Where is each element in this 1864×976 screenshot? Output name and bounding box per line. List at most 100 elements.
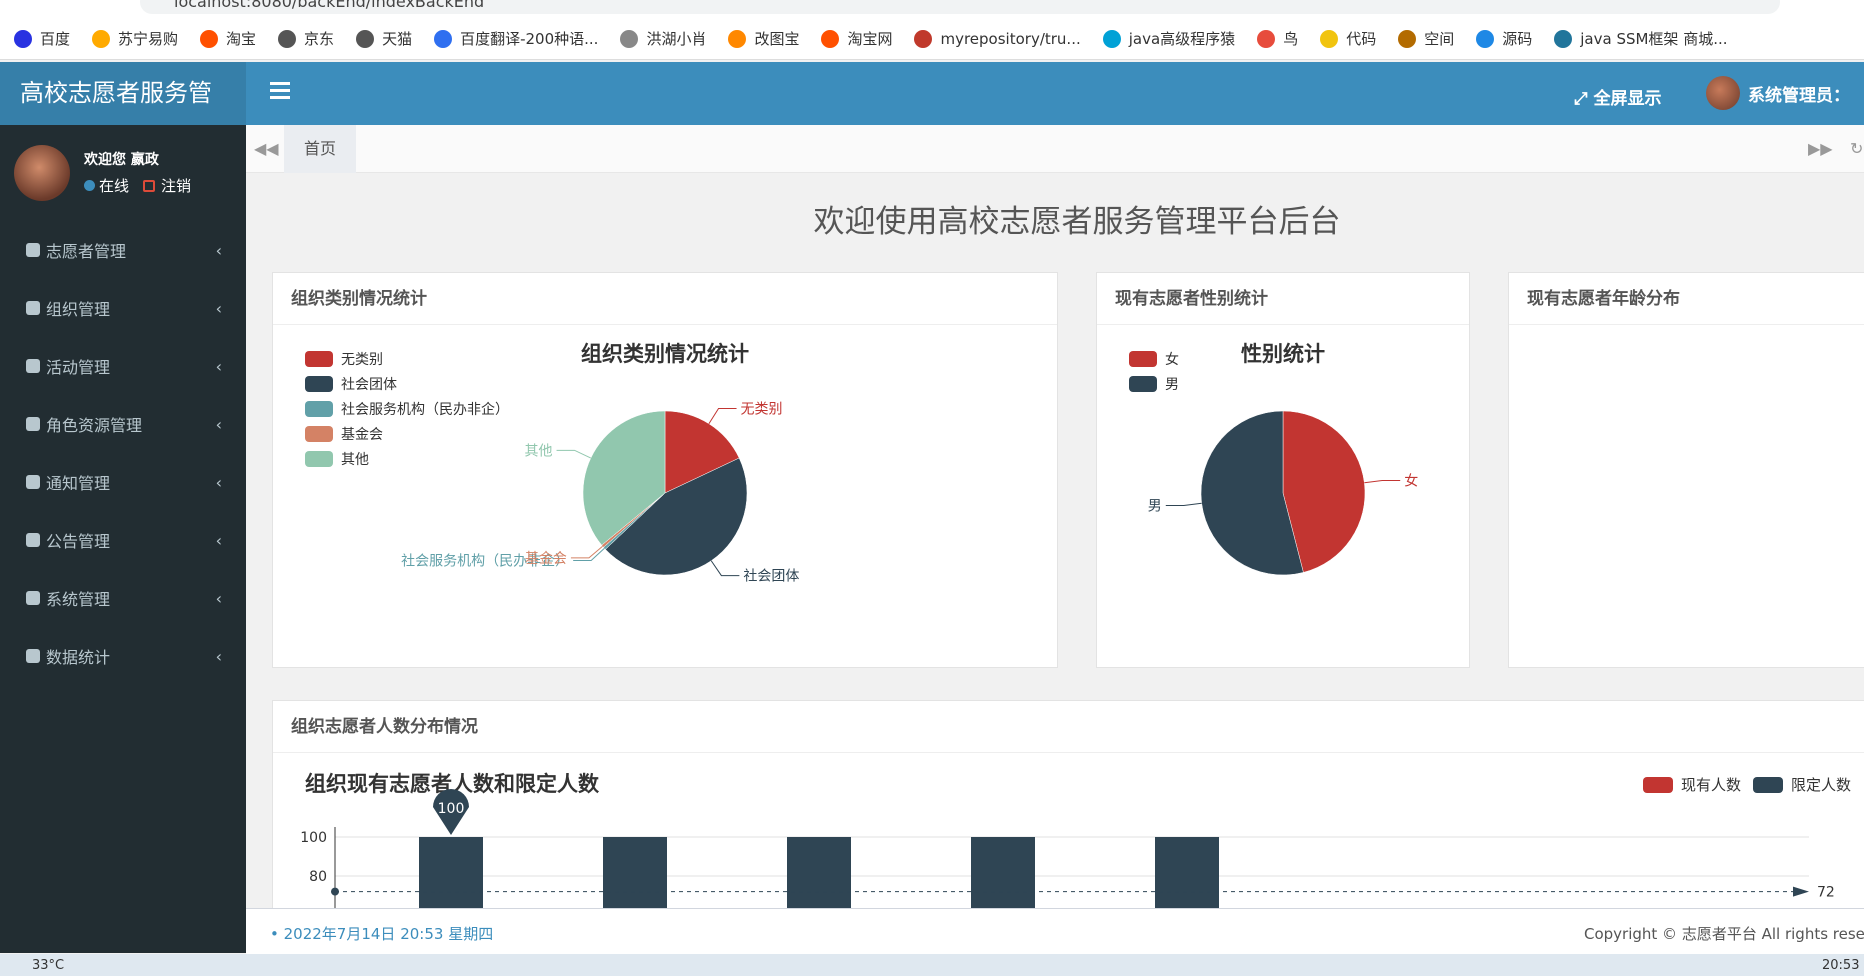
bookmark-icon: [1554, 29, 1573, 48]
legend-label: 其他: [341, 452, 369, 468]
sidebar-item[interactable]: 活动管理 ‹: [0, 337, 246, 395]
legend-item[interactable]: 社会服务机构（民办非企）: [305, 401, 509, 418]
sidebar-item[interactable]: 通知管理 ‹: [0, 453, 246, 511]
sidebar-item[interactable]: 公告管理 ‹: [0, 511, 246, 569]
slice-label: 其他: [525, 443, 553, 459]
bookmark-label: java高级程序猿: [1128, 30, 1236, 48]
bookmark-item[interactable]: 百度翻译-200种语...: [434, 28, 598, 49]
legend-swatch: [1643, 777, 1673, 793]
bookmark-item[interactable]: java高级程序猿: [1102, 28, 1236, 49]
app-logo[interactable]: 高校志愿者服务管: [0, 62, 246, 125]
org-category-pie-chart: 组织类别情况统计无类别社会团体社会服务机构（民办非企）基金会其他无类别社会团体社…: [305, 342, 799, 585]
bookmark-icon: [200, 29, 219, 48]
avatar: [1706, 76, 1740, 110]
tab-scroll-left-icon[interactable]: ◀◀: [254, 139, 279, 158]
page-title: 欢迎使用高校志愿者服务管理平台后台: [813, 204, 1341, 240]
legend-item[interactable]: 其他: [305, 451, 369, 468]
y-tick-label: 80: [309, 869, 327, 885]
label-line: [1165, 502, 1202, 507]
sidebar: 欢迎您 嬴政 在线 注销 志愿者管理 ‹ 组织管理 ‹ 活动管理 ‹ 角色资源管理 ‹ 通知管理…: [0, 125, 246, 953]
address-bar[interactable]: localhost:8080/backEnd/indexBackEnd: [140, 0, 1780, 14]
bookmark-item[interactable]: 天猫: [356, 28, 412, 49]
legend-label: 基金会: [341, 426, 383, 443]
menu-icon: [26, 301, 40, 315]
legend-item[interactable]: 女: [1129, 351, 1179, 368]
legend-item[interactable]: 男: [1129, 376, 1179, 393]
bookmark-label: 代码: [1346, 30, 1377, 48]
legend-item[interactable]: 无类别: [305, 351, 383, 368]
card-title: 现有志愿者年龄分布: [1509, 273, 1864, 325]
label-line: [556, 449, 592, 459]
menu-icon: [26, 533, 40, 547]
tab-home[interactable]: 首页: [284, 125, 356, 173]
logout-link[interactable]: 注销: [161, 175, 191, 196]
bookmark-item[interactable]: java SSM框架 商城...: [1554, 28, 1728, 49]
legend-swatch: [1753, 777, 1783, 793]
logout-icon: [143, 179, 156, 192]
footer-date: • 2022年7月14日 20:53 星期四: [270, 925, 494, 943]
sidebar-item[interactable]: 角色资源管理 ‹: [0, 395, 246, 453]
mark-line-arrow-icon: [1793, 886, 1809, 897]
menu-icon: [26, 475, 40, 489]
label-line: [573, 547, 605, 561]
bookmark-item[interactable]: 空间: [1398, 28, 1454, 49]
bookmark-label: 空间: [1424, 30, 1455, 48]
sidebar-item[interactable]: 数据统计 ‹: [0, 627, 246, 685]
bookmark-label: 百度: [40, 30, 71, 48]
bookmark-item[interactable]: 苏宁易购: [92, 28, 178, 49]
bookmark-icon: [278, 29, 297, 48]
slice-label: 基金会: [525, 550, 567, 567]
legend-swatch: [305, 401, 333, 417]
bookmark-label: 百度翻译-200种语...: [460, 30, 599, 48]
mark-line-label: 72: [1817, 885, 1835, 901]
bookmark-label: 淘宝: [226, 30, 257, 48]
os-taskbar: 33°C 20:53: [0, 954, 1864, 976]
legend-swatch: [1129, 351, 1157, 367]
fullscreen-button[interactable]: ⤢ 全屏显示: [1574, 84, 1662, 109]
sidebar-item-label: 志愿者管理: [46, 242, 127, 261]
sidebar-item[interactable]: 志愿者管理 ‹: [0, 221, 246, 279]
bookmark-item[interactable]: 源码: [1476, 28, 1532, 49]
slice-label: 社会团体: [743, 569, 799, 585]
bookmark-icon: [821, 29, 840, 48]
legend-label: 现有人数: [1681, 776, 1741, 794]
bookmark-item[interactable]: 代码: [1320, 28, 1376, 49]
bookmark-item[interactable]: 洪湖小肖: [620, 28, 706, 49]
chevron-left-icon: ‹: [215, 531, 222, 550]
avatar: [14, 145, 70, 201]
bookmark-item[interactable]: 京东: [278, 28, 334, 49]
legend-label: 无类别: [341, 352, 383, 368]
bookmark-label: 鸟: [1283, 30, 1299, 48]
sidebar-item[interactable]: 组织管理 ‹: [0, 279, 246, 337]
chevron-left-icon: ‹: [215, 473, 222, 492]
bookmark-item[interactable]: 淘宝网: [821, 28, 892, 49]
bookmark-item[interactable]: 改图宝: [728, 28, 799, 49]
menu-icon: [26, 417, 40, 431]
bookmark-icon: [1398, 29, 1417, 48]
bookmark-label: myrepository/tru...: [940, 29, 1081, 48]
bookmark-item[interactable]: 鸟: [1257, 28, 1298, 49]
bookmark-icon: [1257, 29, 1276, 48]
org-category-card: 组织类别情况统计 组织类别情况统计 无类别 社会团体 社会服务机构（民办非企） 基金会其…: [272, 272, 1058, 668]
bookmark-label: 洪湖小肖: [646, 30, 707, 48]
bookmark-item[interactable]: myrepository/tru...: [914, 29, 1081, 48]
clock: 20:53: [1822, 958, 1860, 973]
bookmark-item[interactable]: 百度: [14, 28, 70, 49]
tab-scroll-right-icon[interactable]: ▶▶: [1808, 139, 1833, 158]
menu-toggle-icon[interactable]: [270, 82, 290, 100]
legend-item[interactable]: 社会团体: [305, 376, 397, 393]
label-line: [1364, 479, 1401, 484]
refresh-icon[interactable]: ↻: [1850, 139, 1863, 158]
sidebar-item[interactable]: 系统管理 ‹: [0, 569, 246, 627]
sidebar-menu: 志愿者管理 ‹ 组织管理 ‹ 活动管理 ‹ 角色资源管理 ‹ 通知管理 ‹ 公告管理 ‹ 系统管理 ‹ 数据…: [0, 221, 246, 685]
sidebar-item-label: 角色资源管理: [46, 416, 143, 435]
fullscreen-label: 全屏显示: [1593, 89, 1662, 109]
bookmark-icon: [620, 29, 639, 48]
chart-title: 性别统计: [1241, 342, 1325, 366]
y-tick-label: 100: [300, 830, 327, 846]
tabs-bar: ◀◀ 首页 ▶▶ ↻: [246, 125, 1864, 173]
bookmark-item[interactable]: 淘宝: [200, 28, 256, 49]
legend-item[interactable]: 基金会: [305, 426, 383, 443]
admin-menu[interactable]: 系统管理员：: [1706, 76, 1850, 110]
online-status: 在线: [99, 177, 130, 195]
